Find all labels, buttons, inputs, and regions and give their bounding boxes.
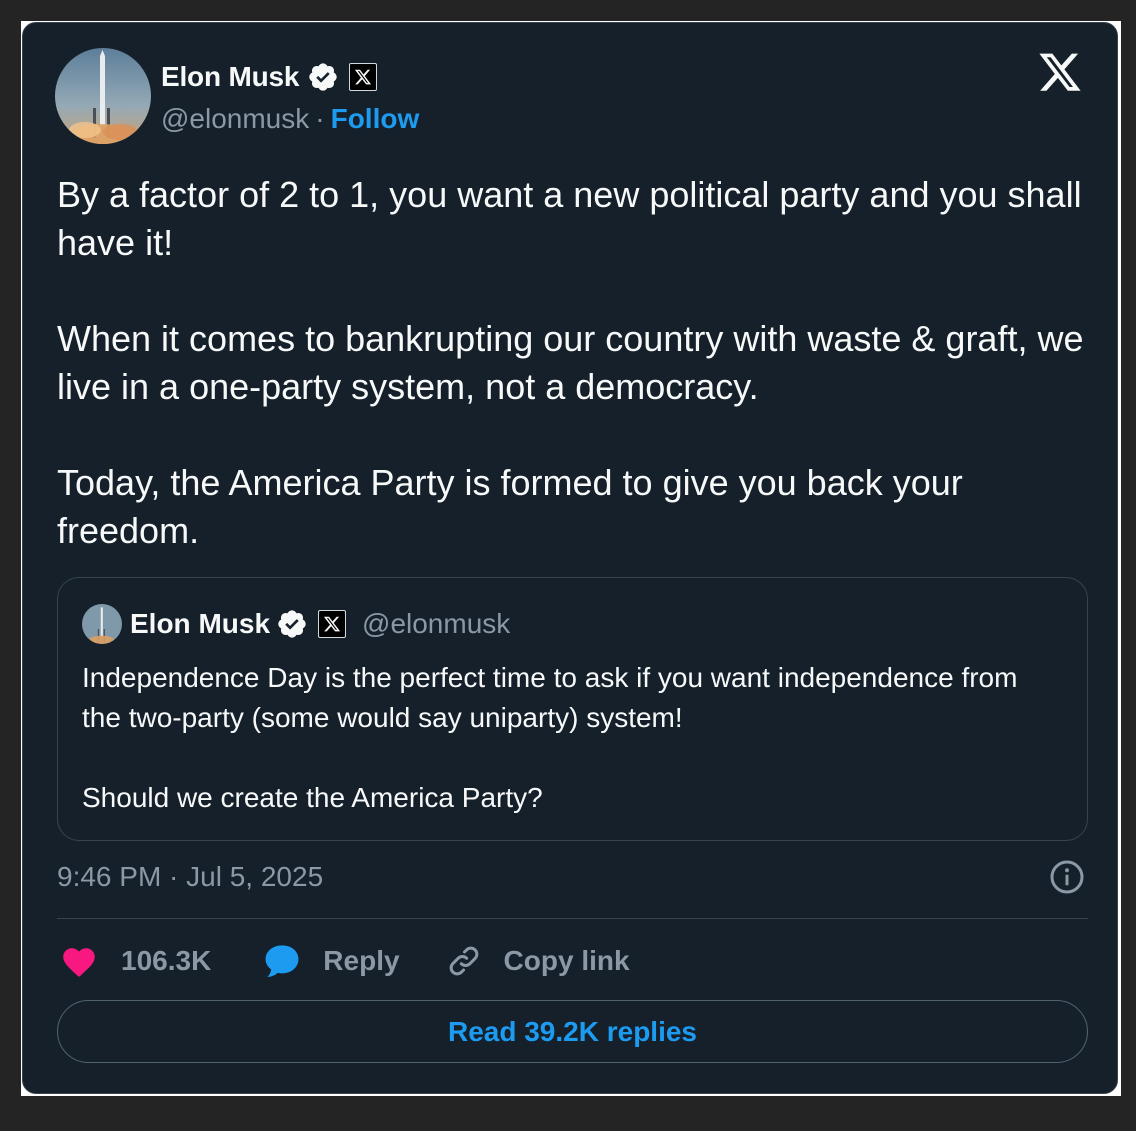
link-icon	[449, 946, 478, 976]
speech-bubble-icon	[265, 945, 299, 977]
quoted-author-avatar	[82, 604, 122, 644]
quoted-paragraph: Independence Day is the perfect time to …	[82, 662, 1018, 733]
author-name[interactable]: Elon Musk	[161, 61, 299, 93]
like-button[interactable]: 106.3K	[61, 944, 211, 978]
copy-link-label: Copy link	[503, 945, 630, 976]
tweet-text: By a factor of 2 to 1, you want a new po…	[57, 171, 1087, 555]
quoted-author-name: Elon Musk	[130, 608, 271, 639]
tweet-paragraph: When it comes to bankrupting our country…	[57, 318, 1084, 407]
reply-button[interactable]: Reply	[263, 943, 400, 979]
quoted-paragraph: Should we create the America Party?	[82, 782, 543, 813]
tweet-paragraph: Today, the America Party is formed to gi…	[57, 462, 963, 551]
tweet-paragraph: By a factor of 2 to 1, you want a new po…	[57, 174, 1082, 263]
verified-badge-icon	[278, 610, 306, 638]
tweet-timestamp[interactable]: 9:46 PM · Jul 5, 2025	[57, 861, 323, 893]
action-bar: 106.3K Reply Copy link	[61, 939, 630, 983]
heart-icon	[63, 948, 95, 977]
author-handle[interactable]: @elonmusk	[161, 103, 309, 135]
verified-badge-icon	[309, 63, 337, 91]
follow-button[interactable]: Follow	[331, 103, 420, 135]
x-affiliate-badge-icon	[349, 63, 378, 91]
x-logo-icon[interactable]	[1037, 53, 1083, 95]
read-replies-button[interactable]: Read 39.2K replies	[57, 1000, 1088, 1063]
x-affiliate-badge-icon	[318, 610, 347, 638]
author-avatar[interactable]	[55, 48, 151, 144]
divider	[57, 918, 1088, 919]
embedded-tweet-card[interactable]: Elon Musk @elonmusk · Follow By a factor…	[22, 22, 1118, 1094]
quoted-author-handle: @elonmusk	[362, 608, 511, 639]
info-icon[interactable]	[1049, 859, 1085, 895]
handle-separator: ·	[315, 103, 325, 134]
reply-label: Reply	[323, 945, 400, 976]
quoted-tweet[interactable]: Elon Musk @elonmusk Independence Day is …	[57, 577, 1088, 841]
quoted-tweet-text: Independence Day is the perfect time to …	[82, 658, 1062, 818]
copy-link-button[interactable]: Copy link	[446, 943, 630, 979]
like-count: 106.3K	[121, 945, 212, 976]
